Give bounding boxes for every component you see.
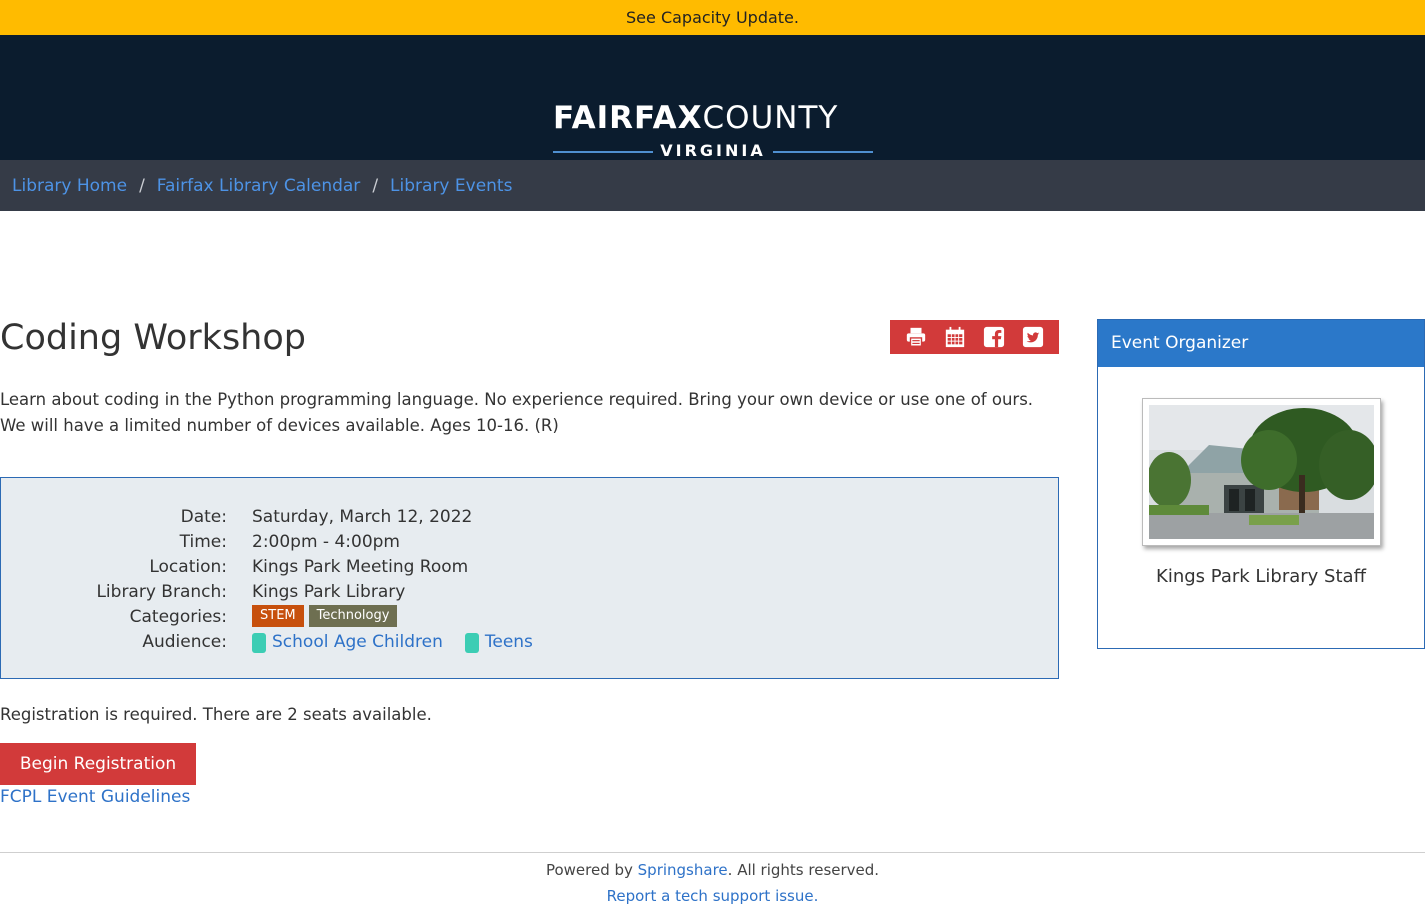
- location-row: Location: Kings Park Meeting Room: [1, 555, 1058, 580]
- springshare-link[interactable]: Springshare: [638, 861, 728, 879]
- powered-by-line: Powered by Springshare. All rights reser…: [0, 861, 1425, 879]
- time-value: 2:00pm - 4:00pm: [252, 532, 400, 552]
- organizer-heading: Event Organizer: [1098, 320, 1424, 367]
- site-header: FAIRFAXCOUNTY VIRGINIA: [0, 35, 1425, 160]
- organizer-photo: [1142, 398, 1381, 546]
- powered-prefix: Powered by: [545, 861, 638, 879]
- breadcrumb-library-home[interactable]: Library Home: [12, 176, 127, 196]
- branch-value: Kings Park Library: [252, 582, 406, 602]
- date-label: Date:: [180, 507, 227, 527]
- capacity-alert-bar: See Capacity Update.: [0, 0, 1425, 35]
- audience-value: School Age Children Teens: [252, 630, 555, 655]
- categories-row: Categories: STEM Technology: [1, 605, 1058, 630]
- breadcrumb: Library Home / Fairfax Library Calendar …: [0, 160, 1425, 211]
- branch-row: Library Branch: Kings Park Library: [1, 580, 1058, 605]
- categories-label: Categories:: [129, 607, 227, 627]
- category-tag-technology[interactable]: Technology: [308, 605, 398, 627]
- event-guidelines-link[interactable]: FCPL Event Guidelines: [0, 787, 190, 807]
- footer-divider: [0, 852, 1425, 853]
- twitter-icon[interactable]: [1021, 325, 1045, 349]
- fairfax-county-logo[interactable]: FAIRFAXCOUNTY VIRGINIA: [553, 101, 873, 160]
- capacity-update-link[interactable]: See Capacity Update.: [626, 8, 799, 27]
- audience-link-school-age[interactable]: School Age Children: [272, 630, 443, 655]
- powered-suffix: . All rights reserved.: [727, 861, 880, 879]
- event-organizer-panel: Event Organizer Kings Park Library Staff: [1097, 319, 1425, 649]
- audience-link-teens[interactable]: Teens: [485, 630, 533, 655]
- report-tech-issue-link[interactable]: Report a tech support issue.: [0, 887, 1425, 905]
- share-toolbar: [890, 320, 1059, 354]
- registration-status: Registration is required. There are 2 se…: [0, 705, 432, 724]
- event-details-box: Date: Saturday, March 12, 2022 Time: 2:0…: [0, 477, 1059, 679]
- breadcrumb-library-calendar[interactable]: Fairfax Library Calendar: [157, 176, 361, 196]
- category-tag-stem[interactable]: STEM: [252, 605, 304, 627]
- facebook-icon[interactable]: [982, 325, 1006, 349]
- date-row: Date: Saturday, March 12, 2022: [1, 505, 1058, 530]
- breadcrumb-separator: /: [372, 175, 379, 196]
- breadcrumb-library-events[interactable]: Library Events: [390, 176, 512, 196]
- organizer-name: Kings Park Library Staff: [1156, 566, 1366, 587]
- calendar-icon[interactable]: [943, 325, 967, 349]
- location-label: Location:: [149, 557, 227, 577]
- date-value: Saturday, March 12, 2022: [252, 507, 473, 527]
- logo-bold-text: FAIRFAX: [553, 100, 703, 136]
- audience-item: Teens: [464, 630, 533, 655]
- logo-title: FAIRFAXCOUNTY: [553, 101, 873, 135]
- logo-light-text: COUNTY: [702, 100, 839, 136]
- time-label: Time:: [179, 532, 227, 552]
- location-value: Kings Park Meeting Room: [252, 557, 469, 577]
- page-title: Coding Workshop: [0, 318, 306, 358]
- audience-item: School Age Children: [252, 630, 443, 655]
- logo-rule-right: [773, 151, 873, 153]
- library-building-image: [1149, 405, 1374, 539]
- time-row: Time: 2:00pm - 4:00pm: [1, 530, 1058, 555]
- event-description: Learn about coding in the Python program…: [0, 390, 1034, 435]
- print-icon[interactable]: [904, 325, 928, 349]
- breadcrumb-separator: /: [139, 175, 145, 196]
- audience-color-swatch: [252, 632, 266, 653]
- audience-label: Audience:: [142, 632, 227, 652]
- branch-label: Library Branch:: [96, 582, 227, 602]
- audience-color-swatch: [464, 632, 479, 653]
- audience-row: Audience: School Age Children Teens: [1, 630, 1058, 655]
- categories-value: STEM Technology: [252, 605, 402, 627]
- begin-registration-button[interactable]: Begin Registration: [0, 743, 196, 785]
